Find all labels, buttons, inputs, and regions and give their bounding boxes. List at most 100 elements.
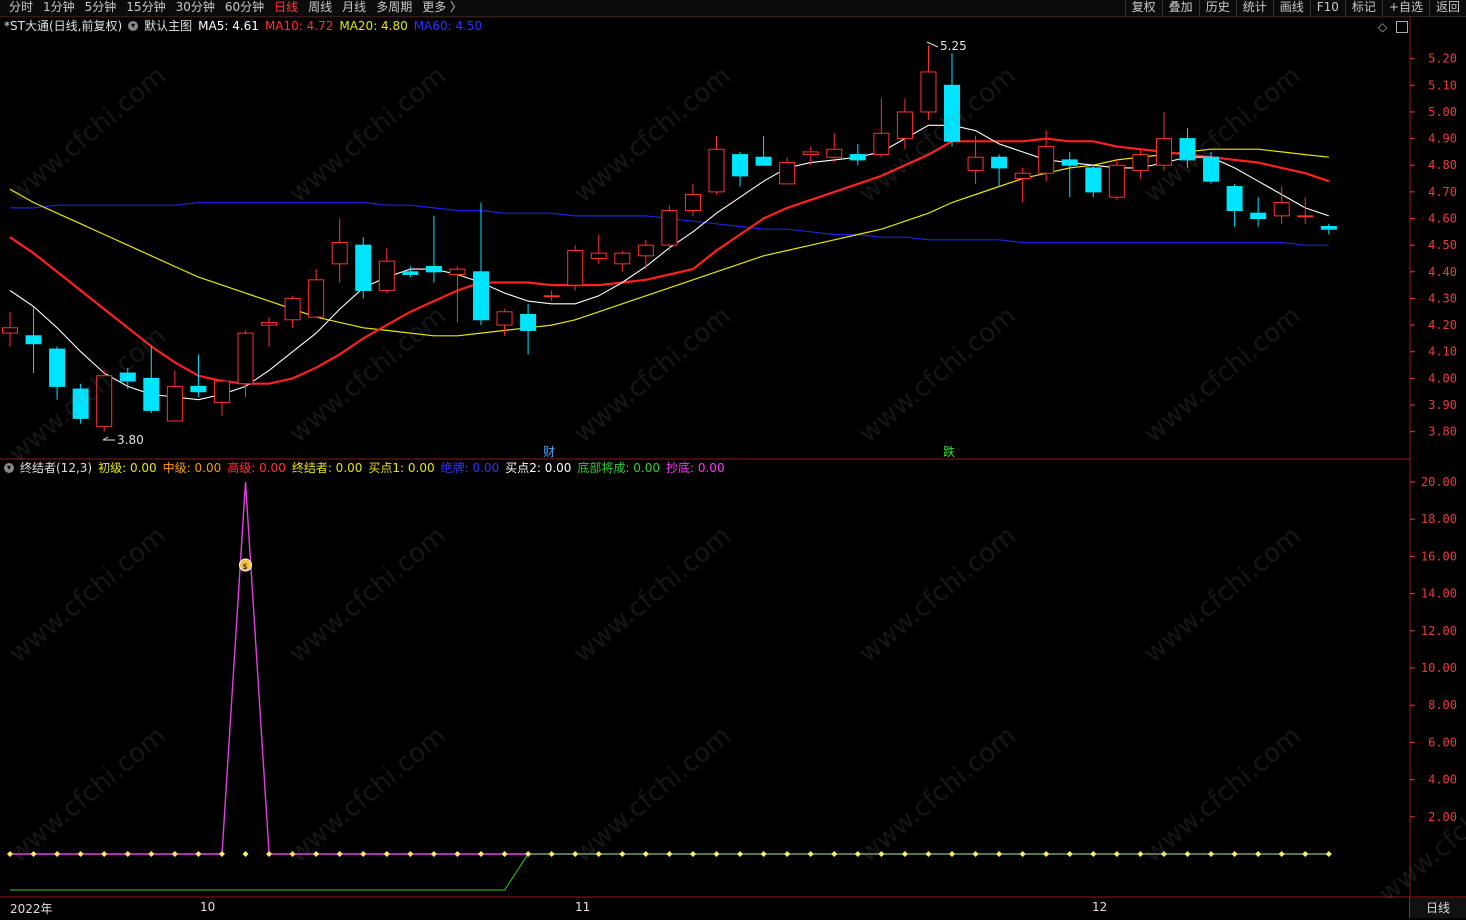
sub-y-tick-label: 12.00 <box>1421 624 1457 638</box>
candle-body[interactable] <box>72 388 89 419</box>
signal-diamond <box>1255 851 1262 857</box>
signal-diamond <box>1184 851 1191 857</box>
signal-diamond <box>1160 851 1167 857</box>
signal-diamond <box>242 851 249 857</box>
candle-body[interactable] <box>284 297 301 321</box>
candle-body[interactable] <box>119 372 136 382</box>
candle-body[interactable] <box>2 327 18 334</box>
candle-body[interactable] <box>567 249 584 286</box>
candle-body[interactable] <box>1061 159 1078 166</box>
candle-body[interactable] <box>1320 226 1337 230</box>
x-label-dec: 12 <box>1092 900 1108 914</box>
candle-body[interactable] <box>732 154 749 177</box>
candle-body[interactable] <box>1155 138 1172 166</box>
candle-body[interactable] <box>190 385 207 393</box>
signal-diamond <box>266 851 273 857</box>
signal-diamond <box>1019 851 1026 857</box>
candle-body[interactable] <box>684 194 701 212</box>
candle-body[interactable] <box>1203 156 1220 182</box>
candle-body[interactable] <box>779 162 796 185</box>
candle-body[interactable] <box>967 156 984 172</box>
candle-body[interactable] <box>166 385 183 422</box>
candle-body[interactable] <box>425 265 442 273</box>
y-tick-label: 3.80 <box>1428 425 1457 439</box>
low-price-label: 3.80 <box>117 433 144 447</box>
candle-body[interactable] <box>944 84 960 142</box>
signal-diamond <box>171 851 178 857</box>
candle-body[interactable] <box>614 252 631 265</box>
signal-diamond <box>854 851 861 857</box>
candle-body[interactable] <box>355 244 372 291</box>
sub-y-tick-label: 18.00 <box>1421 512 1457 526</box>
candle-body[interactable] <box>1250 212 1267 220</box>
signal-diamond <box>1302 851 1309 857</box>
candle-body[interactable] <box>473 271 489 321</box>
candle-body[interactable] <box>96 375 113 427</box>
candle-body[interactable] <box>590 252 607 259</box>
candle-body[interactable] <box>1179 138 1196 161</box>
candle-body[interactable] <box>261 321 278 326</box>
candlestick-chart[interactable]: 5.20 5.10 5.00 4.90 4.80 4.70 4.60 4.50 4.40 4.30… <box>0 0 1466 920</box>
signal-diamond <box>313 851 320 857</box>
candle-body[interactable] <box>237 332 254 385</box>
y-tick-label: 4.00 <box>1428 371 1457 385</box>
candle-body[interactable] <box>1108 164 1125 198</box>
candle-body[interactable] <box>849 154 866 161</box>
candle-body[interactable] <box>991 156 1008 169</box>
candle-body[interactable] <box>402 271 419 275</box>
candle-body[interactable] <box>143 377 160 411</box>
candle-body[interactable] <box>755 156 772 166</box>
candle-body[interactable] <box>543 295 560 298</box>
signal-diamond <box>807 851 814 857</box>
candle-body[interactable] <box>1038 146 1055 174</box>
signal-diamond <box>996 851 1003 857</box>
candle-body[interactable] <box>1014 172 1031 180</box>
candle-body[interactable] <box>896 111 913 140</box>
signal-diamond <box>1066 851 1073 857</box>
candle-body[interactable] <box>520 313 537 331</box>
candle-body[interactable] <box>1085 167 1102 193</box>
y-tick-label: 4.50 <box>1428 238 1457 252</box>
candle-body[interactable] <box>802 151 819 156</box>
signal-diamond <box>1325 851 1332 857</box>
candle-body[interactable] <box>708 148 725 193</box>
candle-body[interactable] <box>378 260 395 291</box>
candle-body[interactable] <box>1132 154 1149 172</box>
candle-body[interactable] <box>637 244 654 257</box>
signal-diamond <box>548 851 555 857</box>
signal-diamond <box>336 851 343 857</box>
signal-diamond <box>1278 851 1285 857</box>
candle-body[interactable] <box>213 380 230 403</box>
candle-body[interactable] <box>661 210 678 246</box>
candle-body[interactable] <box>25 335 42 345</box>
signal-diamond <box>218 851 225 857</box>
y-tick-label: 5.20 <box>1428 52 1457 66</box>
candle-body[interactable] <box>449 268 466 275</box>
candle-body[interactable] <box>1297 215 1314 218</box>
y-tick-label: 4.60 <box>1428 212 1457 226</box>
candle-body[interactable] <box>308 279 325 318</box>
candle-body[interactable] <box>1226 186 1243 212</box>
candle-body[interactable] <box>49 348 66 387</box>
signal-diamond <box>30 851 37 857</box>
signal-diamond <box>454 851 461 857</box>
candle-body[interactable] <box>920 71 937 113</box>
signal-diamond <box>972 851 979 857</box>
candle-body[interactable] <box>496 311 513 326</box>
candle-body[interactable] <box>826 148 843 158</box>
candle-body[interactable] <box>331 242 348 265</box>
signal-diamond <box>949 851 955 857</box>
signal-diamond <box>148 851 155 857</box>
signal-diamond <box>77 851 84 857</box>
period-corner-button[interactable]: 日线 <box>1409 898 1466 918</box>
candle-body[interactable] <box>1273 202 1290 217</box>
candle-body[interactable] <box>873 132 890 156</box>
signal-diamond <box>525 851 532 857</box>
finance-marker[interactable]: 财 <box>543 445 555 459</box>
ma5-line <box>9 124 1329 401</box>
sub-y-tick-label: 10.00 <box>1421 661 1457 675</box>
x-label-nov: 11 <box>575 900 591 914</box>
sub-y-tick-label: 2.00 <box>1428 810 1457 824</box>
drop-marker[interactable]: 跌 <box>943 444 955 459</box>
sub-y-tick-label: 14.00 <box>1421 587 1457 601</box>
